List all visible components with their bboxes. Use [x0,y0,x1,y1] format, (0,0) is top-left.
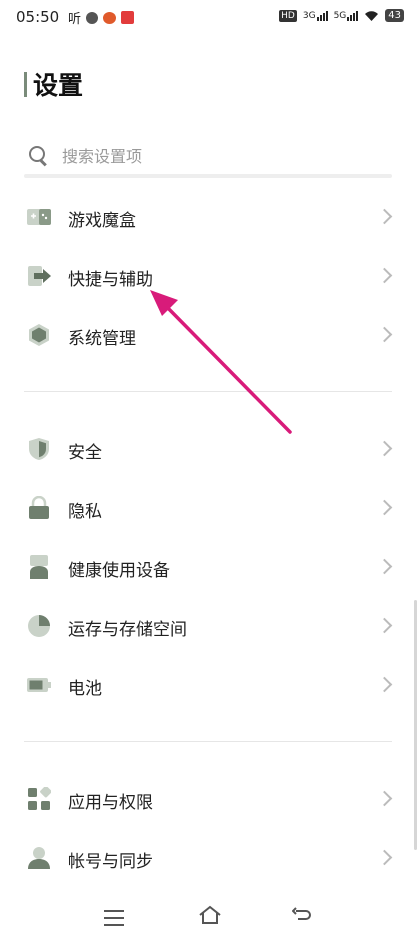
item-label: 快捷与辅助 [68,270,153,290]
battery-status-icon: 43 [385,9,404,22]
navigation-bar [0,895,420,940]
menu-icon[interactable] [104,910,124,931]
signal-5g-label: 5G [333,10,347,21]
settings-item-security[interactable]: 安全 [0,420,420,479]
settings-item-shortcut[interactable]: 快捷与辅助 [0,247,420,306]
battery-icon [27,678,51,692]
item-label: 应用与权限 [68,793,153,813]
signal-5g-icon: 5G [333,10,359,21]
settings-group-1: 游戏魔盒 快捷与辅助 系统管理 [0,188,420,365]
red-app-icon [121,11,135,24]
search-icon [28,145,48,167]
section-divider [24,391,392,392]
settings-group-2: 安全 隐私 健康使用设备 运存与存储空间 电池 [0,420,420,715]
settings-item-account[interactable]: 帐号与同步 [0,829,420,888]
item-label: 帐号与同步 [68,852,153,872]
wifi-icon [365,10,379,21]
home-icon[interactable] [198,905,222,925]
item-label: 运存与存储空间 [68,620,187,640]
chevron-right-icon [376,208,393,225]
chevron-right-icon [376,849,393,866]
chevron-right-icon [376,267,393,284]
settings-item-wellbeing[interactable]: 健康使用设备 [0,538,420,597]
settings-item-privacy[interactable]: 隐私 [0,479,420,538]
system-status-icons: HD 3G 5G 43 [279,9,404,22]
listen-app-icon: 听 [68,12,82,27]
signal-3g-label: 3G [302,10,316,21]
settings-item-game-box[interactable]: 游戏魔盒 [0,188,420,247]
chevron-right-icon [376,676,393,693]
hexagon-icon [29,324,49,346]
item-label: 系统管理 [68,329,136,349]
settings-item-apps[interactable]: 应用与权限 [0,770,420,829]
settings-item-system[interactable]: 系统管理 [0,306,420,365]
app-dot-icon [86,11,99,24]
weibo-icon [103,11,117,24]
chevron-right-icon [376,440,393,457]
page-title: 设置 [33,71,84,100]
item-label: 健康使用设备 [68,561,170,581]
gamepad-icon [27,209,51,225]
status-time: 05:50 [16,8,60,26]
chevron-right-icon [376,499,393,516]
search-placeholder: 搜索设置项 [62,147,143,166]
hd-icon: HD [279,9,297,22]
pie-chart-icon [28,615,50,637]
settings-item-battery[interactable]: 电池 [0,656,420,715]
signal-3g-icon: 3G [302,10,328,21]
title-accent-bar [24,71,27,97]
search-underline [24,174,392,178]
lock-icon [29,496,49,519]
settings-group-3: 应用与权限 帐号与同步 [0,770,420,888]
chevron-right-icon [376,790,393,807]
notification-icons: 听 [68,8,135,27]
shield-icon [29,438,49,460]
section-divider [24,741,392,742]
item-label: 隐私 [68,502,102,522]
status-bar: 05:50 听 HD 3G 5G 43 [0,0,420,36]
item-label: 游戏魔盒 [68,211,136,231]
search-input[interactable]: 搜索设置项 [24,138,392,172]
chevron-right-icon [376,326,393,343]
settings-item-storage[interactable]: 运存与存储空间 [0,597,420,656]
item-label: 安全 [68,443,102,463]
scrollbar[interactable] [414,600,417,850]
person-icon [28,847,50,869]
chevron-right-icon [376,617,393,634]
shortcut-icon [28,266,51,286]
hourglass-icon [30,555,48,579]
back-icon[interactable] [292,907,312,925]
page-title-area: 设置 [24,66,83,102]
chevron-right-icon [376,558,393,575]
apps-grid-icon [28,787,51,810]
item-label: 电池 [68,679,102,699]
